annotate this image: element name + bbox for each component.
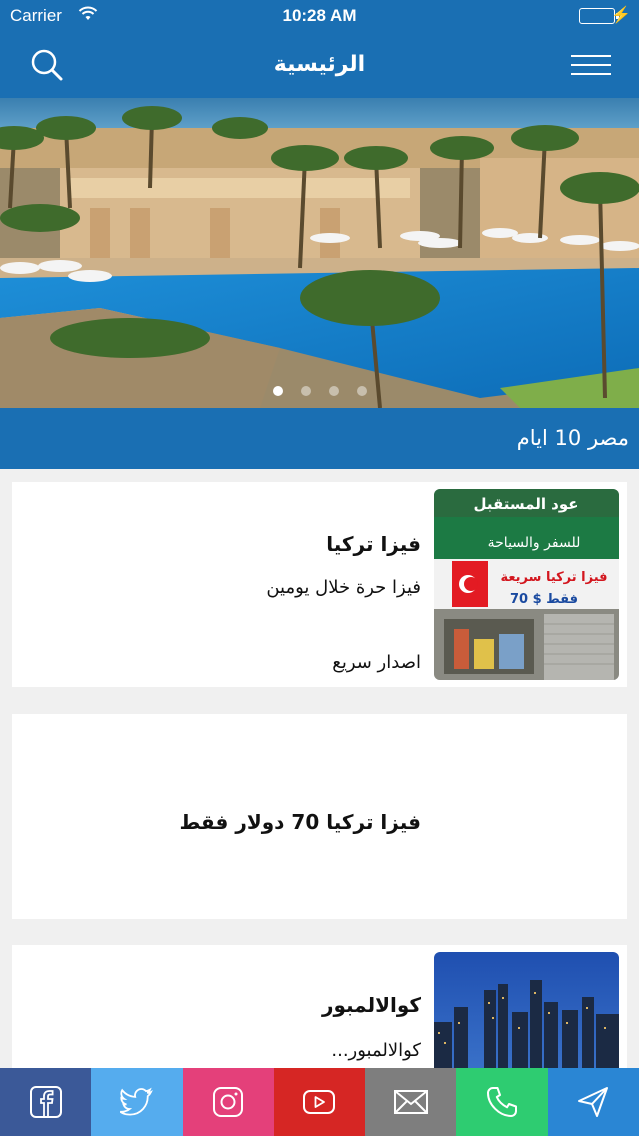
hamburger-menu-icon[interactable] xyxy=(571,48,611,82)
resort-image xyxy=(0,98,639,408)
phone-icon xyxy=(487,1087,518,1117)
mail-icon xyxy=(393,1090,428,1114)
charging-icon: ⚡ xyxy=(611,7,631,24)
sign-sub-text: للسفر والسياحة xyxy=(488,535,581,551)
banner-caption-bar[interactable]: مصر 10 ايام xyxy=(0,408,639,469)
twitter-icon xyxy=(119,1087,153,1116)
carousel-dot[interactable] xyxy=(328,386,339,396)
phone-button[interactable] xyxy=(456,1068,548,1136)
twitter-button[interactable] xyxy=(91,1068,183,1136)
battery-icon xyxy=(579,8,619,24)
instagram-icon xyxy=(213,1087,244,1117)
offer-thumbnail xyxy=(434,952,619,1068)
share-button[interactable] xyxy=(547,1068,639,1136)
carousel-dot[interactable] xyxy=(300,386,311,396)
carousel-dot[interactable] xyxy=(356,386,367,396)
sign-top-text: عود المستقبل xyxy=(473,495,578,513)
offer-description: فيزا حرة خلال يومين xyxy=(266,577,421,598)
page-title: الرئيسية xyxy=(273,52,366,77)
offer-title: فيزا تركيا xyxy=(326,532,421,556)
offer-title: فيزا تركيا 70 دولار فقط xyxy=(179,810,421,834)
facebook-icon xyxy=(29,1086,62,1118)
youtube-button[interactable] xyxy=(273,1068,366,1136)
hero-banner[interactable] xyxy=(0,98,639,408)
youtube-icon xyxy=(303,1090,336,1114)
social-tab-bar xyxy=(0,1068,639,1136)
banner-caption: مصر 10 ايام xyxy=(516,426,629,450)
offer-card[interactable]: فيزا تركيا 70 دولار فقط xyxy=(12,714,627,919)
offer-thumbnail: عود المستقبل للسفر والسياحة فيزا تركيا س… xyxy=(434,489,619,680)
email-button[interactable] xyxy=(365,1068,457,1136)
carousel-dots[interactable] xyxy=(0,381,639,400)
send-icon xyxy=(578,1087,609,1117)
clock: 10:28 AM xyxy=(282,6,357,25)
nav-bar: الرئيسية xyxy=(0,32,639,98)
offer-title: كوالالمبور xyxy=(321,993,421,1017)
offer-note: اصدار سريع xyxy=(332,652,421,673)
offer-card[interactable]: كوالالمبور كوالالمبور... xyxy=(12,945,627,1068)
sign-price-text: 70 $ فقط xyxy=(510,592,578,607)
offer-description: كوالالمبور... xyxy=(331,1040,421,1061)
status-bar: Carrier 10:28 AM ⚡ xyxy=(0,0,639,32)
instagram-button[interactable] xyxy=(182,1068,274,1136)
sign-red-text: فيزا تركيا سريعة xyxy=(500,570,607,585)
carousel-dot[interactable] xyxy=(272,386,283,396)
offer-card[interactable]: عود المستقبل للسفر والسياحة فيزا تركيا س… xyxy=(12,482,627,687)
facebook-button[interactable] xyxy=(0,1068,92,1136)
